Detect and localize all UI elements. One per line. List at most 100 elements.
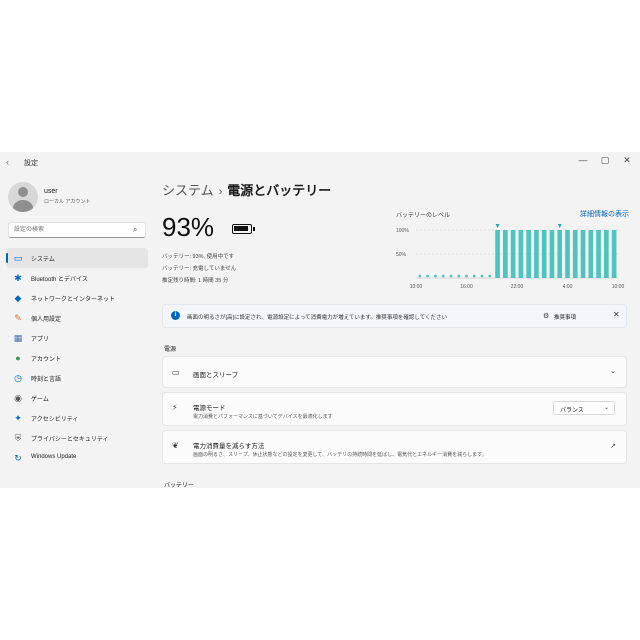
chart-bar (596, 230, 601, 278)
avatar (8, 182, 38, 212)
battery-percent: 93% (162, 212, 215, 242)
dismiss-icon[interactable]: ✕ (613, 310, 620, 319)
card-power-mode: ⚡ 電源モード 電力消費とパフォーマンスに基づいてデバイスを最適化します バラン… (162, 392, 627, 426)
chart-bar (549, 230, 555, 278)
breadcrumb: システム › 電源とバッテリー (162, 180, 331, 199)
power-mode-icon: ⚡ (172, 403, 178, 412)
sidebar-item-label: アクセシビリティ (31, 417, 79, 423)
external-link-icon[interactable]: ↗ (610, 442, 616, 450)
x-tick-label: 10:00 (612, 284, 625, 290)
chevron-down-icon: ⌄ (603, 405, 609, 411)
sidebar-item[interactable]: ◉ ゲーム (6, 388, 148, 408)
back-icon[interactable]: ‹ (6, 157, 9, 167)
close-icon[interactable]: ✕ (620, 155, 634, 166)
recommendation-bar: i 画面の明るさが[高]に設定され、電源設定によって消費電力が増えています。推奨… (162, 304, 627, 328)
details-link[interactable]: 詳細情報の表示 (580, 209, 629, 219)
sidebar-item-label: ネットワークとインターネット (31, 297, 116, 303)
chart-point (418, 274, 422, 278)
apps-icon: ▦ (13, 333, 23, 343)
shield-icon: ⛨ (14, 433, 22, 443)
main-content: システム › 電源とバッテリー 93% バッテリー: 93%, 使用中です バッテリ… (152, 172, 640, 488)
breadcrumb-separator: › (218, 186, 223, 198)
chart-bar (588, 230, 594, 278)
card-description: 画面の明るさ、スリープ、休止状態などの設定を変更して、バッテリの持続時間を延ばし… (193, 452, 487, 458)
chart-bar (557, 230, 563, 278)
chart-point (441, 274, 445, 278)
card-screen-sleep[interactable]: ▭ 画面とスリープ ⌄ (162, 356, 627, 388)
chart-bar (534, 230, 539, 278)
card-title: 画面とスリープ (193, 372, 239, 379)
chart-point (449, 274, 453, 278)
chart-point (434, 274, 437, 278)
chart-point (472, 274, 476, 278)
user-profile[interactable]: user ローカル アカウント (8, 182, 148, 214)
chart-bar (580, 230, 586, 278)
sidebar-item-label: アカウント (31, 357, 62, 363)
chart-point (488, 274, 492, 278)
sidebar-item-label: 個人用設定 (31, 317, 62, 323)
sidebar-item-label: ゲーム (31, 397, 49, 403)
chart-bar (541, 230, 547, 278)
chart-bar (495, 230, 500, 278)
chart-bar (572, 230, 578, 278)
chart-bar (510, 230, 516, 278)
chart-bar (518, 230, 524, 278)
sidebar-item[interactable]: ▭ システム (6, 248, 148, 268)
recommendation-icon: ⚙ (543, 313, 550, 320)
chevron-down-icon[interactable]: ⌄ (610, 367, 616, 375)
leaf-icon: ❦ (172, 441, 179, 450)
title-bar: ‹ 設定 — ▢ ✕ (0, 152, 640, 172)
power-mode-dropdown[interactable]: バランス ⌄ (553, 401, 615, 415)
search-icon[interactable]: ⌕ (133, 225, 137, 235)
sidebar-item-label: 時刻と言語 (31, 377, 62, 383)
sidebar-item[interactable]: ✦ アクセシビリティ (6, 408, 148, 428)
minimize-icon[interactable]: — (576, 155, 590, 165)
dropdown-value: バランス (560, 408, 584, 414)
sidebar-item-label: Bluetooth とデバイス (31, 277, 88, 283)
card-description: 電力消費とパフォーマンスに基づいてデバイスを最適化します (193, 414, 333, 420)
screen-sleep-icon: ▭ (172, 368, 180, 377)
recommendation-button[interactable]: 推奨事項 (554, 313, 576, 321)
chart-title: バッテリーのレベル (396, 213, 451, 219)
charge-marker (557, 224, 562, 228)
recommendation-text: 画面の明るさが[高]に設定され、電源設定によって消費電力が増えています。推奨事項… (187, 315, 448, 321)
section-power: 電源 (164, 347, 177, 353)
windows-update-icon: ↻ (14, 453, 22, 463)
chart-bar (526, 230, 531, 278)
sidebar-item[interactable]: ✎ 個人用設定 (6, 308, 148, 328)
system-icon: ▭ (13, 253, 23, 263)
nav-list: ▭ システム ✱ Bluetooth とデバイス ◆ ネットワークとインターネット ✎ 個人用… (6, 248, 148, 468)
breadcrumb-parent[interactable]: システム (162, 183, 214, 198)
battery-icon (232, 224, 255, 234)
accessibility-icon: ✦ (14, 413, 22, 423)
gaming-icon: ◉ (14, 393, 22, 403)
chart-bar (503, 230, 508, 278)
time-remaining: 推定残り時間: 1 時間 35 分 (162, 278, 229, 284)
charging-status: バッテリー: 充電していません (162, 266, 237, 272)
sidebar-item[interactable]: ● アカウント (6, 348, 148, 368)
card-energy-saving[interactable]: ❦ 電力消費量を減らす方法 画面の明るさ、スリープ、休止状態などの設定を変更して… (162, 430, 627, 464)
settings-window: ‹ 設定 — ▢ ✕ user ローカル アカウント ⌕ ▭ システム ✱ Bluet… (0, 152, 640, 488)
sidebar-item[interactable]: ◆ ネットワークとインターネット (6, 288, 148, 308)
info-icon: i (171, 311, 180, 320)
search-input[interactable] (8, 222, 146, 238)
sidebar-item-label: プライバシーとセキュリティ (31, 437, 109, 443)
chart-bar (565, 230, 570, 278)
sidebar-item[interactable]: ▦ アプリ (6, 328, 148, 348)
x-tick-label: 16:00 (460, 284, 473, 290)
sidebar-item[interactable]: ⛨ プライバシーとセキュリティ (6, 428, 148, 448)
sidebar-item[interactable]: ◷ 時刻と言語 (6, 368, 148, 388)
y-tick-label: 100% (396, 228, 409, 234)
sidebar-item[interactable]: ↻ Windows Update (6, 448, 148, 468)
brush-icon: ✎ (14, 313, 22, 323)
charge-marker (495, 224, 500, 228)
page-title: 電源とバッテリー (227, 183, 332, 198)
time-language-icon: ◷ (14, 373, 22, 383)
chart-point (457, 274, 461, 278)
y-tick-label: 50% (396, 252, 407, 258)
sidebar-item[interactable]: ✱ Bluetooth とデバイス (6, 268, 148, 288)
accounts-icon: ● (15, 353, 21, 363)
maximize-icon[interactable]: ▢ (598, 155, 612, 166)
chart-point (480, 274, 484, 278)
user-name: user (44, 188, 58, 195)
